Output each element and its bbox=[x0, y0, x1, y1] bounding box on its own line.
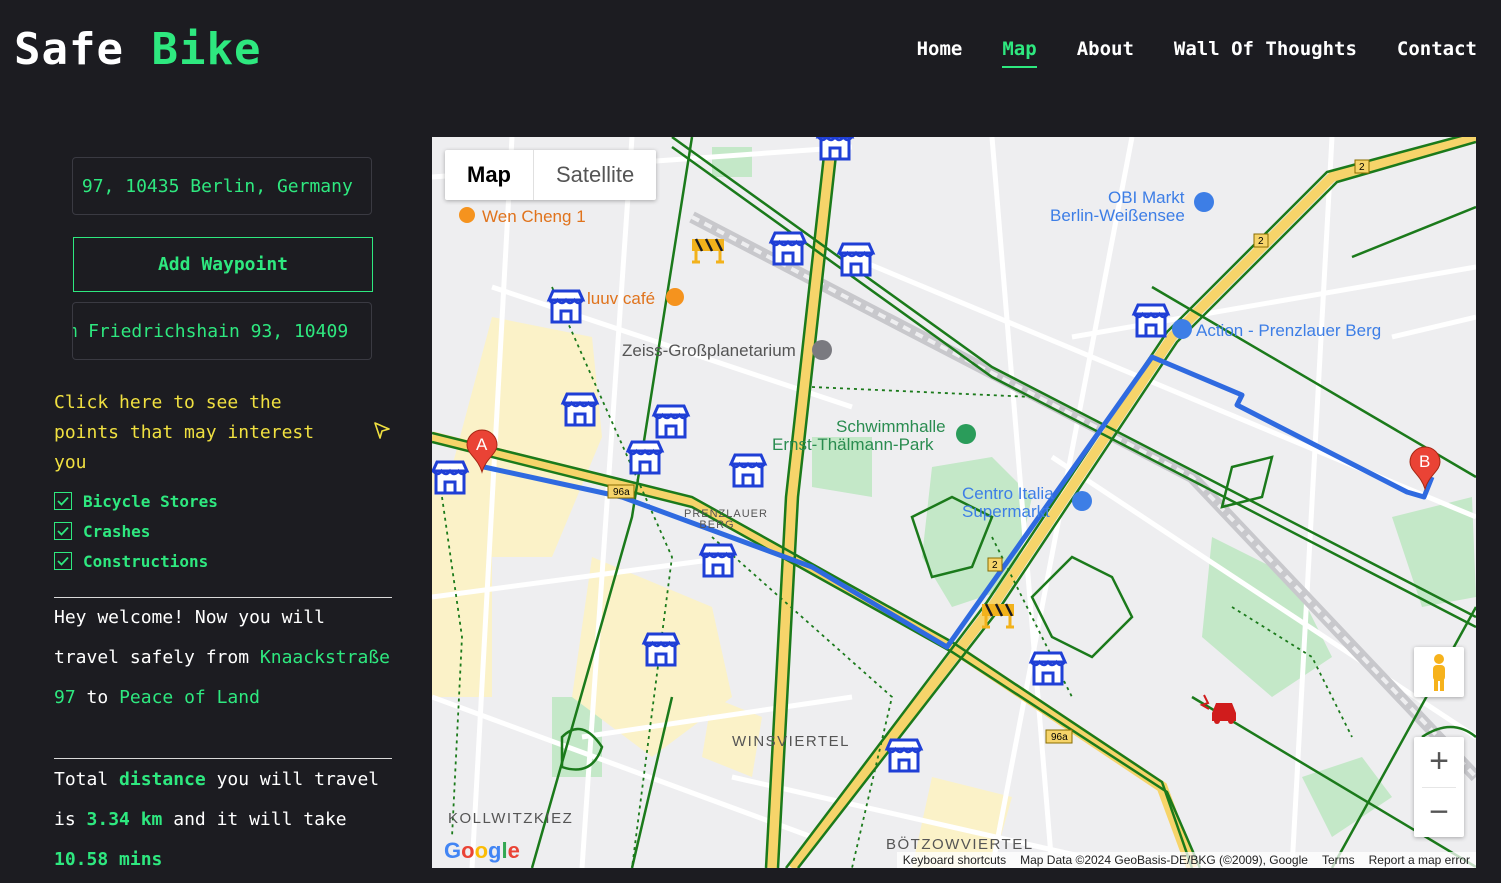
nav-contact[interactable]: Contact bbox=[1397, 38, 1477, 68]
marker-a-label: A bbox=[476, 435, 488, 454]
crash-icon[interactable] bbox=[1199, 694, 1236, 724]
map-label-berlin-weissensee[interactable]: Berlin-Weißensee bbox=[1050, 206, 1185, 226]
bicycle-store-icon[interactable] bbox=[1132, 303, 1170, 338]
road-shield-2: 2 bbox=[992, 560, 998, 571]
bicycle-store-icon[interactable] bbox=[769, 231, 807, 266]
total-duration: 10.58 mins bbox=[54, 849, 163, 870]
destination-input[interactable] bbox=[73, 303, 371, 359]
road-shield-96a: 96a bbox=[1051, 732, 1068, 743]
bicycle-store-icon[interactable] bbox=[816, 137, 854, 161]
cursor-pointer-icon[interactable] bbox=[372, 420, 392, 440]
map-attribution: Keyboard shortcuts Map Data ©2024 GeoBas… bbox=[896, 852, 1476, 868]
terms-link[interactable]: Terms bbox=[1322, 853, 1355, 867]
welcome-message: Hey welcome! Now you will travel safely … bbox=[54, 598, 394, 718]
pegman-icon bbox=[1433, 654, 1445, 691]
keyboard-shortcuts-link[interactable]: Keyboard shortcuts bbox=[903, 853, 1006, 867]
poi-filter-list: Bicycle Stores Crashes Constructions bbox=[54, 486, 218, 576]
bicycle-store-icon[interactable] bbox=[885, 738, 923, 773]
filter-constructions[interactable]: Constructions bbox=[54, 546, 218, 576]
bicycle-store-icon[interactable] bbox=[837, 242, 875, 277]
origin-input[interactable] bbox=[73, 158, 371, 214]
street-view-pegman[interactable] bbox=[1414, 647, 1464, 697]
bicycle-store-icon[interactable] bbox=[642, 632, 680, 667]
construction-icon[interactable] bbox=[690, 237, 726, 264]
map-label-schwimmhalle[interactable]: Schwimmhalle bbox=[836, 417, 946, 437]
district-label-boetzowviertel: BÖTZOWVIERTEL bbox=[886, 836, 1034, 853]
filter-label: Crashes bbox=[83, 521, 151, 541]
map-type-map-button[interactable]: Map bbox=[445, 150, 534, 200]
map-label-zeiss[interactable]: Zeiss-Großplanetarium bbox=[622, 341, 796, 361]
filter-label: Bicycle Stores bbox=[83, 491, 218, 511]
brand-part2: Bike bbox=[151, 24, 262, 75]
shopping-pin-icon bbox=[1194, 192, 1214, 212]
road-shield-2: 2 bbox=[1258, 236, 1264, 247]
planetarium-pin-icon bbox=[812, 340, 832, 360]
nav-home[interactable]: Home bbox=[917, 38, 963, 68]
residential-areas bbox=[432, 317, 1012, 868]
cafe-pin-icon bbox=[666, 288, 684, 306]
google-logo[interactable]: Google bbox=[444, 838, 520, 864]
top-nav: Home Map About Wall Of Thoughts Contact bbox=[917, 38, 1477, 68]
filter-label: Constructions bbox=[83, 551, 209, 571]
map-label-supermarkt[interactable]: Supermarkt bbox=[962, 502, 1050, 522]
marker-b-icon[interactable]: B bbox=[1409, 446, 1441, 491]
origin-field-wrapper bbox=[72, 157, 372, 215]
map-label-action[interactable]: Action - Prenzlauer Berg bbox=[1196, 321, 1381, 341]
map-label-ernst-thaelmann-park[interactable]: Ernst-Thälmann-Park bbox=[772, 435, 934, 455]
route-to: Peace of Land bbox=[119, 687, 260, 708]
destination-field-wrapper bbox=[72, 302, 372, 360]
filter-bicycle-stores[interactable]: Bicycle Stores bbox=[54, 486, 218, 516]
summary-text-3: and it will take bbox=[173, 809, 347, 830]
summary-text-1: Total bbox=[54, 769, 109, 790]
bicycle-store-icon[interactable] bbox=[699, 543, 737, 578]
bicycle-store-icon[interactable] bbox=[652, 404, 690, 439]
divider bbox=[54, 758, 392, 759]
zoom-control: + − bbox=[1414, 737, 1464, 837]
checkbox-checked-icon[interactable] bbox=[54, 492, 72, 510]
district-label-prenzlauer-berg: PRENZLAUER BERG bbox=[684, 508, 768, 531]
road-shield-2: 2 bbox=[1359, 162, 1365, 173]
filter-crashes[interactable]: Crashes bbox=[54, 516, 218, 546]
nav-map[interactable]: Map bbox=[1002, 38, 1038, 68]
add-waypoint-button[interactable]: Add Waypoint bbox=[73, 237, 373, 292]
restaurant-pin-icon bbox=[459, 207, 475, 223]
bicycle-store-icon[interactable] bbox=[626, 440, 664, 475]
bicycle-store-icon[interactable] bbox=[1029, 651, 1067, 686]
total-distance: 3.34 km bbox=[86, 809, 163, 830]
points-of-interest-toggle[interactable]: Click here to see the points that may in… bbox=[54, 388, 354, 478]
road-shield-96a: 96a bbox=[613, 487, 630, 498]
report-map-error-link[interactable]: Report a map error bbox=[1369, 853, 1470, 867]
district-label-kollwitzkiez: KOLLWITZKIEZ bbox=[448, 810, 574, 827]
bicycle-store-icon[interactable] bbox=[432, 460, 469, 495]
map-label-luuv-cafe[interactable]: luuv café bbox=[587, 289, 655, 309]
brand-logo[interactable]: Safe Bike bbox=[14, 24, 261, 75]
zoom-out-button[interactable]: − bbox=[1414, 788, 1464, 838]
pool-pin-icon bbox=[956, 424, 976, 444]
brand-part1: Safe bbox=[14, 24, 124, 75]
checkbox-checked-icon[interactable] bbox=[54, 552, 72, 570]
marker-b-label: B bbox=[1419, 452, 1430, 471]
zoom-in-button[interactable]: + bbox=[1414, 737, 1464, 787]
summary-distance-word: distance bbox=[119, 769, 206, 790]
nav-about[interactable]: About bbox=[1077, 38, 1134, 68]
route-map[interactable]: 96a 96a 2 2 2 A B Wen Cheng 1 luuv café … bbox=[432, 137, 1476, 868]
construction-icon[interactable] bbox=[980, 602, 1016, 629]
route-summary: Total distance you will travel is 3.34 k… bbox=[54, 760, 394, 880]
welcome-to-word: to bbox=[86, 687, 109, 708]
map-label-wen-cheng[interactable]: Wen Cheng 1 bbox=[482, 207, 586, 227]
map-canvas[interactable]: 96a 96a 2 2 2 A B bbox=[432, 137, 1476, 868]
map-data-text: Map Data ©2024 GeoBasis-DE/BKG (©2009), … bbox=[1020, 853, 1308, 867]
shopping-pin-icon bbox=[1072, 491, 1092, 511]
map-label-obi-markt[interactable]: OBI Markt bbox=[1108, 188, 1185, 208]
map-type-control: Map Satellite bbox=[445, 150, 657, 200]
map-type-satellite-button[interactable]: Satellite bbox=[534, 150, 656, 200]
checkbox-checked-icon[interactable] bbox=[54, 522, 72, 540]
bicycle-store-icon[interactable] bbox=[729, 453, 767, 488]
bicycle-store-icon[interactable] bbox=[547, 289, 585, 324]
district-label-winsviertel: WINSVIERTEL bbox=[732, 733, 850, 750]
map-label-centro-italia[interactable]: Centro Italia bbox=[962, 484, 1054, 504]
bicycle-store-icon[interactable] bbox=[561, 392, 599, 427]
nav-wall-of-thoughts[interactable]: Wall Of Thoughts bbox=[1174, 38, 1357, 68]
shopping-pin-icon bbox=[1172, 319, 1192, 339]
